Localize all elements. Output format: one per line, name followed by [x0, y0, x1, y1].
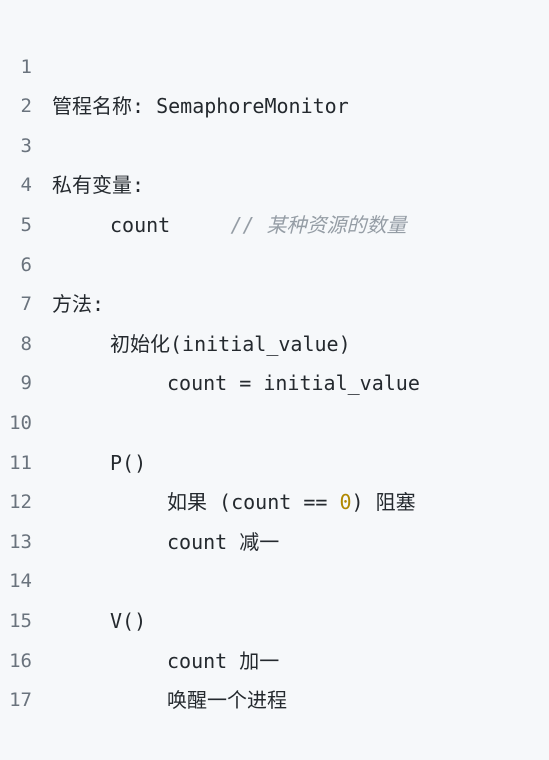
code-line: 16 唤醒一个进程	[0, 602, 549, 713]
code-line: 10 P()	[0, 364, 549, 475]
code-line: 4 count // 某种资源的数量	[0, 127, 549, 237]
v-wakeup: 唤醒一个进程	[167, 688, 287, 713]
code-line: 17	[0, 642, 549, 711]
code-line: 13	[0, 483, 549, 553]
code-view: 1 管程名称: SemaphoreMonitor 2 3 私有变量: 4 cou…	[0, 8, 549, 713]
code-line: 11 如果 (count == 0) 阻塞	[0, 404, 549, 515]
code-line: 12 count 减一	[0, 444, 549, 554]
code-line: 14 V()	[0, 523, 549, 633]
code-line: 15 count 加一	[0, 562, 549, 673]
code-line: 1 管程名称: SemaphoreMonitor	[0, 8, 549, 119]
code-line: 9	[0, 325, 549, 394]
code-line: 7 初始化(initial_value)	[0, 246, 549, 356]
code-line: 6 方法:	[0, 206, 549, 317]
code-line: 8 count = initial_value	[0, 285, 549, 396]
code-line: 5	[0, 166, 549, 236]
code-line: 2	[0, 48, 549, 117]
line-number: 17	[9, 689, 32, 712]
code-line: 3 私有变量:	[0, 87, 549, 198]
